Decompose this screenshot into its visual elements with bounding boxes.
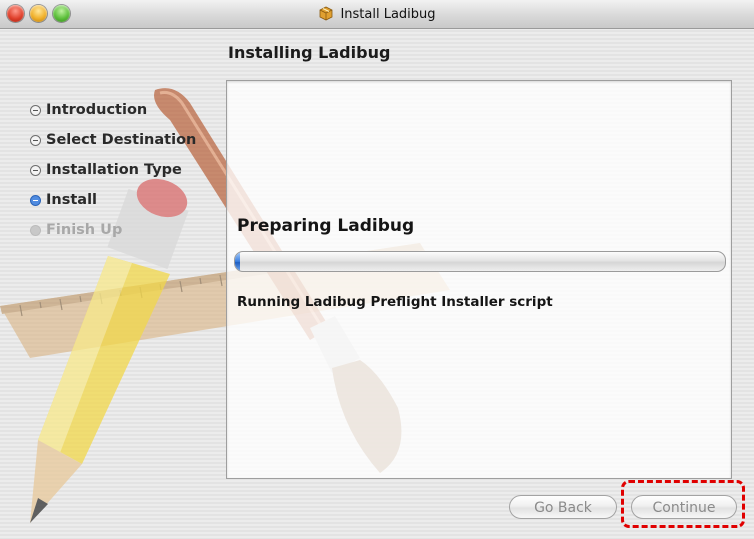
step-installation-type: Installation Type <box>30 160 196 190</box>
step-install: Install <box>30 190 196 220</box>
step-bullet-icon <box>30 105 41 116</box>
step-label: Installation Type <box>46 162 182 178</box>
step-finish-up: Finish Up <box>30 220 196 250</box>
title-bar[interactable]: Install Ladibug <box>0 0 754 29</box>
progress-status: Running Ladibug Preflight Installer scri… <box>237 294 553 310</box>
window-title-group: Install Ladibug <box>0 5 754 22</box>
step-bullet-icon <box>30 165 41 176</box>
window-title: Install Ladibug <box>340 7 436 22</box>
step-bullet-icon <box>30 225 41 236</box>
step-introduction: Introduction <box>30 100 196 130</box>
step-bullet-icon <box>30 135 41 146</box>
go-back-button[interactable]: Go Back <box>509 495 617 519</box>
continue-highlight-annotation <box>621 480 745 528</box>
package-icon <box>320 6 333 21</box>
step-label: Install <box>46 192 98 208</box>
page-heading: Installing Ladibug <box>228 43 391 62</box>
step-label: Finish Up <box>46 222 123 238</box>
content-panel <box>226 80 732 479</box>
progress-bar <box>234 251 726 272</box>
installer-steps: Introduction Select Destination Installa… <box>30 100 196 250</box>
progress-title: Preparing Ladibug <box>237 216 415 236</box>
step-label: Introduction <box>46 102 148 118</box>
step-bullet-icon <box>30 195 41 206</box>
step-select-destination: Select Destination <box>30 130 196 160</box>
installer-window: Install Ladibug Installing Ladibug Intro… <box>0 0 754 539</box>
progress-fill <box>235 252 240 271</box>
step-label: Select Destination <box>46 132 197 148</box>
